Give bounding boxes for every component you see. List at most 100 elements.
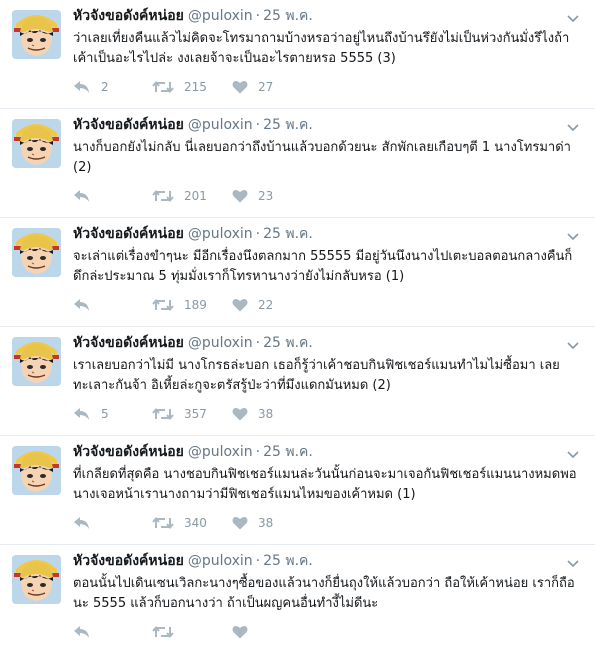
like-count: 38 xyxy=(258,407,274,421)
tweet-header: หัวจังขอดังค์หน่อย @puloxin · 25 พ.ค. xyxy=(73,443,313,461)
avatar-image xyxy=(12,228,61,277)
retweet-button[interactable]: 215 xyxy=(152,80,232,94)
tweet-header: หัวจังขอดังค์หน่อย @puloxin · 25 พ.ค. xyxy=(73,552,313,570)
reply-button[interactable] xyxy=(73,298,152,312)
author-handle[interactable]: @puloxin xyxy=(188,117,253,133)
tweet[interactable]: หัวจังขอดังค์หน่อย @puloxin · 25 พ.ค. ที่เก… xyxy=(0,436,595,545)
tweet-timestamp[interactable]: 25 พ.ค. xyxy=(263,226,313,242)
like-button[interactable]: 38 xyxy=(232,407,312,421)
reply-button[interactable]: 2 xyxy=(73,80,152,94)
author-name[interactable]: หัวจังขอดังค์หน่อย xyxy=(73,8,184,24)
retweet-button[interactable] xyxy=(152,625,232,639)
author-handle[interactable]: @puloxin xyxy=(188,553,253,569)
tweet-timestamp[interactable]: 25 พ.ค. xyxy=(263,444,313,460)
tweet-timestamp[interactable]: 25 พ.ค. xyxy=(263,8,313,24)
author-name[interactable]: หัวจังขอดังค์หน่อย xyxy=(73,335,184,351)
tweet-actions: 5 357 38 xyxy=(73,404,312,424)
tweet-header: หัวจังขอดังค์หน่อย @puloxin · 25 พ.ค. xyxy=(73,7,313,25)
chevron-down-icon[interactable] xyxy=(567,227,579,241)
chevron-down-icon[interactable] xyxy=(567,336,579,350)
retweet-count: 357 xyxy=(184,407,207,421)
author-name[interactable]: หัวจังขอดังค์หน่อย xyxy=(73,117,184,133)
tweet-actions: 189 22 xyxy=(73,295,312,315)
like-button[interactable] xyxy=(232,625,312,639)
reply-button[interactable] xyxy=(73,516,152,530)
like-count: 22 xyxy=(258,298,274,312)
retweet-button[interactable]: 189 xyxy=(152,298,232,312)
tweet-text: ว่าเลยเที่ยงคืนแล้วไม่คิดจะโทรมาถามบ้างห… xyxy=(73,31,570,66)
heart-icon xyxy=(232,407,248,421)
retweet-count: 340 xyxy=(184,516,207,530)
heart-icon xyxy=(232,189,248,203)
avatar[interactable] xyxy=(12,555,61,604)
retweet-button[interactable]: 340 xyxy=(152,516,232,530)
tweet[interactable]: หัวจังขอดังค์หน่อย @puloxin · 25 พ.ค. นางก็… xyxy=(0,109,595,218)
separator-dot: · xyxy=(255,335,261,351)
tweet-timestamp[interactable]: 25 พ.ค. xyxy=(263,117,313,133)
reply-count: 5 xyxy=(101,407,109,421)
tweet[interactable]: หัวจังขอดังค์หน่อย @puloxin · 25 พ.ค. เราเล… xyxy=(0,327,595,436)
separator-dot: · xyxy=(255,226,261,242)
reply-button[interactable] xyxy=(73,625,152,639)
separator-dot: · xyxy=(255,117,261,133)
avatar-image xyxy=(12,446,61,495)
chevron-down-icon[interactable] xyxy=(567,445,579,459)
avatar-image xyxy=(12,119,61,168)
reply-button[interactable]: 5 xyxy=(73,407,152,421)
like-count: 27 xyxy=(258,80,274,94)
avatar-image xyxy=(12,337,61,386)
reply-icon xyxy=(73,189,91,203)
retweet-button[interactable]: 357 xyxy=(152,407,232,421)
tweet-timestamp[interactable]: 25 พ.ค. xyxy=(263,335,313,351)
like-button[interactable]: 27 xyxy=(232,80,312,94)
tweet-header: หัวจังขอดังค์หน่อย @puloxin · 25 พ.ค. xyxy=(73,334,313,352)
author-handle[interactable]: @puloxin xyxy=(188,8,253,24)
heart-icon xyxy=(232,80,248,94)
separator-dot: · xyxy=(255,553,261,569)
heart-icon xyxy=(232,625,248,639)
tweet-text: ตอนนั้นไปเดินเซนเวิลกะนางๆซื้อของแล้วนาง… xyxy=(73,576,575,611)
chevron-down-icon[interactable] xyxy=(567,554,579,568)
like-button[interactable]: 23 xyxy=(232,189,312,203)
reply-icon xyxy=(73,516,91,530)
retweet-icon xyxy=(152,189,174,203)
retweet-icon xyxy=(152,625,174,639)
tweet[interactable]: หัวจังขอดังค์หน่อย @puloxin · 25 พ.ค. ว่าเล… xyxy=(0,0,595,109)
tweet-actions: 201 23 xyxy=(73,186,312,206)
heart-icon xyxy=(232,298,248,312)
retweet-icon xyxy=(152,80,174,94)
timeline: หัวจังขอดังค์หน่อย @puloxin · 25 พ.ค. ว่าเล… xyxy=(0,0,595,654)
avatar[interactable] xyxy=(12,119,61,168)
avatar[interactable] xyxy=(12,228,61,277)
like-button[interactable]: 22 xyxy=(232,298,312,312)
author-handle[interactable]: @puloxin xyxy=(188,444,253,460)
author-name[interactable]: หัวจังขอดังค์หน่อย xyxy=(73,444,184,460)
author-name[interactable]: หัวจังขอดังค์หน่อย xyxy=(73,226,184,242)
tweet-header: หัวจังขอดังค์หน่อย @puloxin · 25 พ.ค. xyxy=(73,225,313,243)
retweet-icon xyxy=(152,298,174,312)
tweet-text: นางก็บอกยังไม่กลับ นี่เลยบอกว่าถึงบ้านแล… xyxy=(73,140,571,175)
retweet-icon xyxy=(152,516,174,530)
avatar-image xyxy=(12,10,61,59)
author-handle[interactable]: @puloxin xyxy=(188,335,253,351)
like-button[interactable]: 38 xyxy=(232,516,312,530)
tweet-timestamp[interactable]: 25 พ.ค. xyxy=(263,553,313,569)
avatar[interactable] xyxy=(12,337,61,386)
tweet[interactable]: หัวจังขอดังค์หน่อย @puloxin · 25 พ.ค. จะเล่… xyxy=(0,218,595,327)
avatar[interactable] xyxy=(12,446,61,495)
reply-icon xyxy=(73,407,91,421)
retweet-button[interactable]: 201 xyxy=(152,189,232,203)
avatar[interactable] xyxy=(12,10,61,59)
chevron-down-icon[interactable] xyxy=(567,118,579,132)
reply-icon xyxy=(73,298,91,312)
chevron-down-icon[interactable] xyxy=(567,9,579,23)
retweet-count: 201 xyxy=(184,189,207,203)
separator-dot: · xyxy=(255,8,261,24)
tweet[interactable]: หัวจังขอดังค์หน่อย @puloxin · 25 พ.ค. ตอนนั… xyxy=(0,545,595,654)
author-name[interactable]: หัวจังขอดังค์หน่อย xyxy=(73,553,184,569)
reply-count: 2 xyxy=(101,80,109,94)
reply-button[interactable] xyxy=(73,189,152,203)
author-handle[interactable]: @puloxin xyxy=(188,226,253,242)
tweet-text: ที่เกลียดที่สุดคือ นางชอบกินฟิชเชอร์แมนล… xyxy=(73,467,577,502)
heart-icon xyxy=(232,516,248,530)
